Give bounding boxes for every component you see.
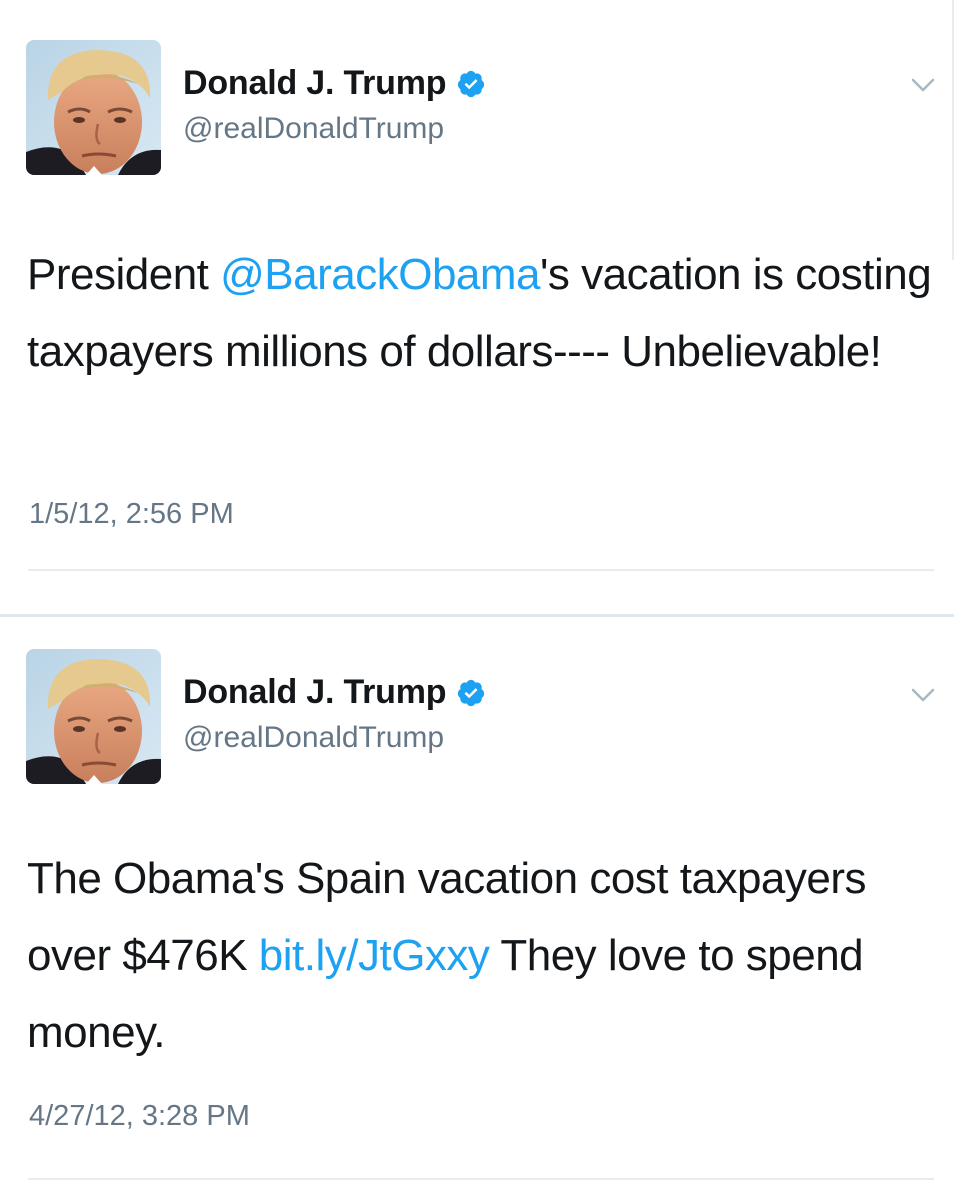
- author-name-row[interactable]: Donald J. Trump: [183, 64, 486, 103]
- chevron-down-icon[interactable]: [910, 76, 936, 94]
- url-link[interactable]: bit.ly/JtGxxy: [259, 931, 490, 980]
- profile-photo-icon: [26, 40, 161, 175]
- divider: [28, 1178, 934, 1180]
- avatar[interactable]: [26, 40, 161, 175]
- tweet-text: The Obama's Spain vacation cost taxpayer…: [27, 840, 887, 1071]
- verified-badge-icon: [456, 678, 486, 708]
- divider: [0, 614, 954, 617]
- tweet-card[interactable]: Donald J. Trump @realDonaldTrump The Oba…: [0, 622, 954, 1188]
- tweet-text-part: President: [27, 250, 221, 299]
- display-name[interactable]: Donald J. Trump: [183, 673, 447, 712]
- verified-badge-icon: [456, 69, 486, 99]
- tweet-timestamp[interactable]: 4/27/12, 3:28 PM: [29, 1100, 250, 1133]
- avatar[interactable]: [26, 649, 161, 784]
- display-name[interactable]: Donald J. Trump: [183, 64, 447, 103]
- author-name-row[interactable]: Donald J. Trump: [183, 673, 486, 712]
- author-handle[interactable]: @realDonaldTrump: [183, 721, 444, 755]
- author-handle[interactable]: @realDonaldTrump: [183, 112, 444, 146]
- tweet-text: President @BarackObama's vacation is cos…: [27, 236, 937, 390]
- chevron-down-icon[interactable]: [910, 686, 936, 704]
- tweet-feed: Donald J. Trump @realDonaldTrump Preside…: [0, 0, 954, 1188]
- mention-link[interactable]: @BarackObama: [220, 250, 540, 299]
- profile-photo-icon: [26, 649, 161, 784]
- tweet-timestamp[interactable]: 1/5/12, 2:56 PM: [29, 498, 234, 531]
- tweet-card[interactable]: Donald J. Trump @realDonaldTrump Preside…: [0, 0, 954, 617]
- divider: [28, 569, 934, 571]
